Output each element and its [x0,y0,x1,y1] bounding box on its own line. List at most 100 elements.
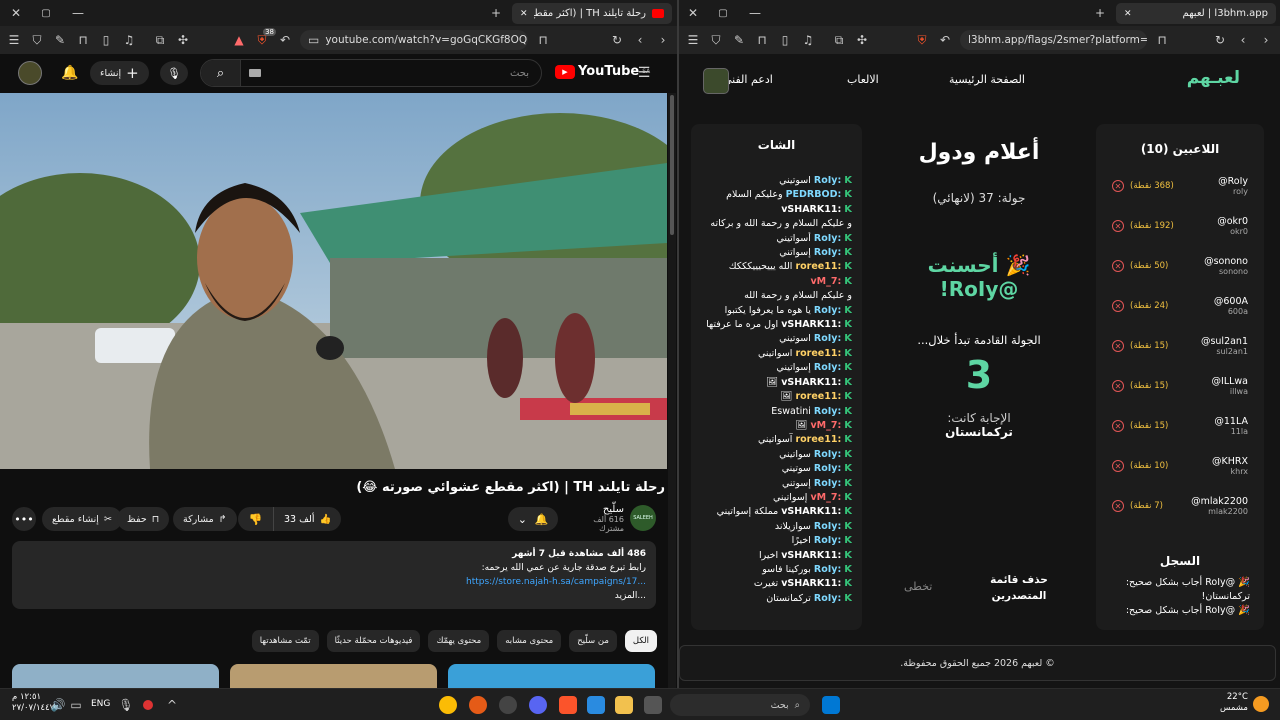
maximize-icon[interactable]: ▢ [715,5,731,21]
share-button[interactable]: مشاركة ↱ [173,507,237,531]
music-icon[interactable]: ♫ [121,32,137,48]
language-indicator[interactable]: ENG [91,699,110,709]
chip-recently-uploaded[interactable]: فيديوهات محمّلة حديثًا [326,630,421,652]
remove-player-icon[interactable]: ✕ [1112,420,1124,432]
firefox-icon[interactable] [469,696,487,714]
back-icon[interactable]: ‹ [1235,32,1251,48]
video-player[interactable] [0,93,667,469]
bookmark-icon[interactable]: ⊓ [754,32,770,48]
brave-icon[interactable] [559,696,577,714]
brave-shield-icon[interactable]: ⛨ 38 [254,28,276,48]
nav-home[interactable]: الصفحة الرئيسية [949,73,1025,86]
task-view-icon[interactable] [644,696,662,714]
close-icon[interactable]: ✕ [8,5,24,21]
remove-player-icon[interactable]: ✕ [1112,180,1124,192]
site-logo[interactable]: لعبـهم [1187,68,1240,88]
recommended-thumbnail[interactable] [448,664,655,688]
description-link[interactable]: https://store.najah-h.sa/campaigns/17... [22,575,646,589]
weather-widget[interactable]: 22°C مشمس [1220,692,1248,714]
channel-avatar[interactable]: SALEEH [630,505,656,531]
store-icon[interactable] [587,696,605,714]
bookmark-icon[interactable]: ⊓ [75,32,91,48]
triangle-icon[interactable]: ▲ [231,32,247,48]
like-button[interactable]: 33 ألف 👍 [274,507,341,531]
chip-watched[interactable]: تمّت مشاهدتها [251,630,319,652]
windows-start-icon[interactable] [822,696,840,714]
sidebar-icon[interactable]: ▯ [777,32,793,48]
reload-back-icon[interactable]: ↶ [277,32,293,48]
back-icon[interactable]: ‹ [632,32,648,48]
reload-icon[interactable]: ↻ [609,32,625,48]
chip-from-channel[interactable]: من سلّيح [569,630,617,652]
save-button[interactable]: حفظ ⊓ [117,507,170,531]
shield-icon[interactable]: ⛉ [708,32,724,48]
address-bar[interactable]: ▭ youtube.com/watch?v=goGqCKGf8OQ ⇌ [300,30,528,50]
chip-similar[interactable]: محتوى مشابه [497,630,562,652]
remove-player-icon[interactable]: ✕ [1112,340,1124,352]
search-input[interactable]: بحث [261,68,541,79]
keyboard-icon[interactable] [249,69,261,77]
minimize-icon[interactable]: — [70,5,86,21]
forward-icon[interactable]: › [655,32,671,48]
scrollbar-thumb[interactable] [670,95,674,235]
remove-player-icon[interactable]: ✕ [1112,300,1124,312]
bookmark-star-icon[interactable]: ⊓ [1154,32,1170,48]
clock[interactable]: ١٢:٥١ م ٢٧/٠٧/١٤٤٧ [12,692,54,714]
screenshot-icon[interactable]: ⧉ [831,32,847,48]
extensions-icon[interactable]: ✣ [854,32,870,48]
discord-icon[interactable] [529,696,547,714]
create-button[interactable]: إنشاء + [90,61,149,85]
tab-youtube[interactable]: ✕ رحلة تايلند TH | (اكثر مقطع عشوائي [512,3,672,24]
menu-icon[interactable]: ☰ [685,32,701,48]
remove-player-icon[interactable]: ✕ [1112,460,1124,472]
channel-name[interactable]: سلّيح [566,504,624,515]
shield-icon[interactable]: ⛉ [29,32,45,48]
extensions-icon[interactable]: ✣ [175,32,191,48]
dislike-button[interactable]: 👎 [238,507,274,531]
volume-icon[interactable]: 🔊 [50,697,66,713]
pin-icon[interactable]: ✎ [731,32,747,48]
recommended-thumbnail[interactable] [12,664,219,688]
recommended-thumbnail[interactable] [230,664,437,688]
description-box[interactable]: 486 ألف مشاهدة قبل 7 أشهر رابط تبرع صدقة… [12,541,656,609]
forward-icon[interactable]: › [1258,32,1274,48]
menu-icon[interactable]: ☰ [6,32,22,48]
microphone-icon[interactable]: 🎙 [118,697,134,713]
more-actions-button[interactable]: ••• [12,507,36,531]
voice-search-button[interactable]: 🎙 [160,61,188,85]
notifications-icon[interactable]: 🔔 [61,65,78,81]
user-avatar[interactable] [703,68,729,94]
scrollbar-track[interactable] [668,93,676,688]
description-more[interactable]: ...المزيد [22,589,646,603]
search-button[interactable]: ⌕ [201,60,241,86]
chrome-icon[interactable] [439,696,457,714]
close-tab-icon[interactable]: ✕ [520,9,528,19]
nav-support[interactable]: ادعم الفني [723,73,773,86]
bookmark-star-icon[interactable]: ⊓ [535,32,551,48]
recording-icon[interactable] [143,700,153,710]
subscribed-button[interactable]: ⌄ 🔔 [508,507,558,531]
clear-leaderboard-button[interactable]: حذف قائمة المتصدرين [979,572,1059,604]
file-explorer-icon[interactable] [615,696,633,714]
tab-l3bhm[interactable]: ✕ لعبهم | l3bhm.app [1116,3,1276,24]
network-icon[interactable]: ▭ [68,697,84,713]
close-tab-icon[interactable]: ✕ [1124,9,1132,19]
address-bar[interactable]: l3bhm.app/flags/2smer?platform=kick ⇌ [960,30,1147,50]
sidebar-icon[interactable]: ▯ [98,32,114,48]
new-tab-icon[interactable]: + [488,5,504,21]
nav-games[interactable]: الالعاب [847,73,879,86]
close-icon[interactable]: ✕ [685,5,701,21]
maximize-icon[interactable]: ▢ [38,5,54,21]
skip-button[interactable]: تخطى [904,580,932,593]
remove-player-icon[interactable]: ✕ [1112,260,1124,272]
account-avatar[interactable] [18,61,42,85]
brave-shield-icon[interactable]: ⛨ [914,32,930,48]
remove-player-icon[interactable]: ✕ [1112,220,1124,232]
app-icon[interactable] [499,696,517,714]
reload-icon[interactable]: ↻ [1212,32,1228,48]
tray-chevron-icon[interactable]: ^ [164,697,180,713]
hamburger-menu-icon[interactable]: ☰ [636,65,652,81]
remove-player-icon[interactable]: ✕ [1112,500,1124,512]
reload-back-icon[interactable]: ↶ [937,32,953,48]
minimize-icon[interactable]: — [747,5,763,21]
